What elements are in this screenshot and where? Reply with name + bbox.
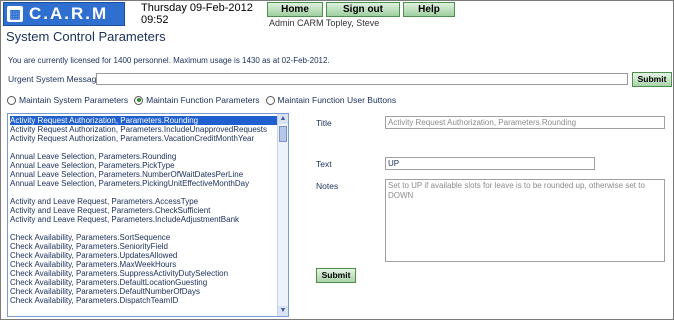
list-item[interactable]: Annual Leave Selection, Parameters.Picki… bbox=[10, 179, 278, 188]
radio-dot-selected[interactable] bbox=[134, 95, 144, 105]
parameter-listbox[interactable]: Activity Request Authorization, Paramete… bbox=[7, 113, 289, 317]
logo-mark-icon: ▦ bbox=[7, 6, 23, 22]
top-nav: Home Sign out Help bbox=[267, 2, 455, 17]
radio-label: Maintain Function Parameters bbox=[146, 95, 260, 105]
list-item[interactable]: Check Availability, Parameters.DefaultLo… bbox=[10, 278, 278, 287]
user-name: Admin CARM Topley, Steve bbox=[269, 18, 380, 28]
list-item[interactable]: Annual Leave Selection, Parameters.Round… bbox=[10, 152, 278, 161]
radio-maintain-function-user-buttons[interactable]: Maintain Function User Buttons bbox=[265, 95, 397, 105]
radio-label: Maintain Function User Buttons bbox=[277, 95, 397, 105]
text-label: Text bbox=[316, 159, 332, 169]
list-item[interactable]: Check Availability, Parameters.UpdatesAl… bbox=[10, 251, 278, 260]
list-scrollbar[interactable]: ▲ ▼ bbox=[277, 114, 288, 316]
datetime: Thursday 09-Feb-2012 09:52 bbox=[141, 2, 253, 26]
notes-field: Set to UP if available slots for leave i… bbox=[385, 179, 665, 262]
scroll-thumb[interactable] bbox=[279, 126, 287, 142]
list-item[interactable]: Activity and Leave Request, Parameters.I… bbox=[10, 215, 278, 224]
help-button[interactable]: Help bbox=[403, 2, 455, 17]
current-date: Thursday 09-Feb-2012 bbox=[141, 2, 253, 14]
radio-label: Maintain System Parameters bbox=[19, 95, 129, 105]
home-button[interactable]: Home bbox=[267, 2, 323, 17]
notes-label: Notes bbox=[316, 181, 339, 191]
urgent-message-label: Urgent System Message bbox=[8, 74, 102, 84]
list-item[interactable]: Annual Leave Selection, Parameters.PickT… bbox=[10, 161, 278, 170]
radio-dot[interactable] bbox=[265, 95, 275, 105]
logo-text: C.A.R.M bbox=[29, 4, 109, 23]
license-info: You are currently licensed for 1400 pers… bbox=[8, 56, 330, 65]
list-item[interactable]: Check Availability, Parameters.MaxWeekHo… bbox=[10, 260, 278, 269]
title-field: Activity Request Authorization, Paramete… bbox=[385, 116, 665, 129]
radio-maintain-function-parameters[interactable]: Maintain Function Parameters bbox=[134, 95, 260, 105]
radio-maintain-system-parameters[interactable]: Maintain System Parameters bbox=[7, 95, 128, 105]
list-item[interactable]: Check Availability, Parameters.SuppressA… bbox=[10, 269, 278, 278]
list-item[interactable]: Annual Leave Selection, Parameters.Numbe… bbox=[10, 170, 278, 179]
list-item[interactable]: Check Availability, Parameters.Seniority… bbox=[10, 242, 278, 251]
text-field[interactable]: UP bbox=[385, 157, 595, 170]
sign-out-button[interactable]: Sign out bbox=[326, 2, 400, 17]
list-item[interactable]: Check Availability, Parameters.DispatchT… bbox=[10, 296, 278, 305]
title-label: Title bbox=[316, 118, 332, 128]
list-item[interactable]: Activity Request Authorization, Paramete… bbox=[10, 125, 278, 134]
list-item[interactable]: Check Availability, Parameters.SortSeque… bbox=[10, 233, 278, 242]
carm-logo: ▦ C.A.R.M bbox=[3, 2, 125, 26]
list-item[interactable]: Check Availability, Parameters.DefaultNu… bbox=[10, 287, 278, 296]
parameter-list: Activity Request Authorization, Paramete… bbox=[10, 116, 278, 305]
list-item[interactable]: Activity Request Authorization, Paramete… bbox=[10, 116, 278, 125]
list-item[interactable]: Activity Request Authorization, Paramete… bbox=[10, 134, 278, 143]
current-time: 09:52 bbox=[141, 14, 169, 26]
list-item[interactable]: Activity and Leave Request, Parameters.A… bbox=[10, 197, 278, 206]
urgent-submit-button[interactable]: Submit bbox=[632, 72, 672, 87]
scroll-up-icon[interactable]: ▲ bbox=[278, 114, 288, 124]
parameter-mode-radios: Maintain System Parameters Maintain Func… bbox=[7, 95, 402, 105]
list-item[interactable]: Activity and Leave Request, Parameters.C… bbox=[10, 206, 278, 215]
page-title: System Control Parameters bbox=[6, 29, 166, 44]
urgent-message-input[interactable] bbox=[96, 73, 628, 85]
radio-dot[interactable] bbox=[7, 95, 16, 105]
detail-submit-button[interactable]: Submit bbox=[316, 268, 356, 283]
scroll-down-icon[interactable]: ▼ bbox=[278, 306, 288, 316]
